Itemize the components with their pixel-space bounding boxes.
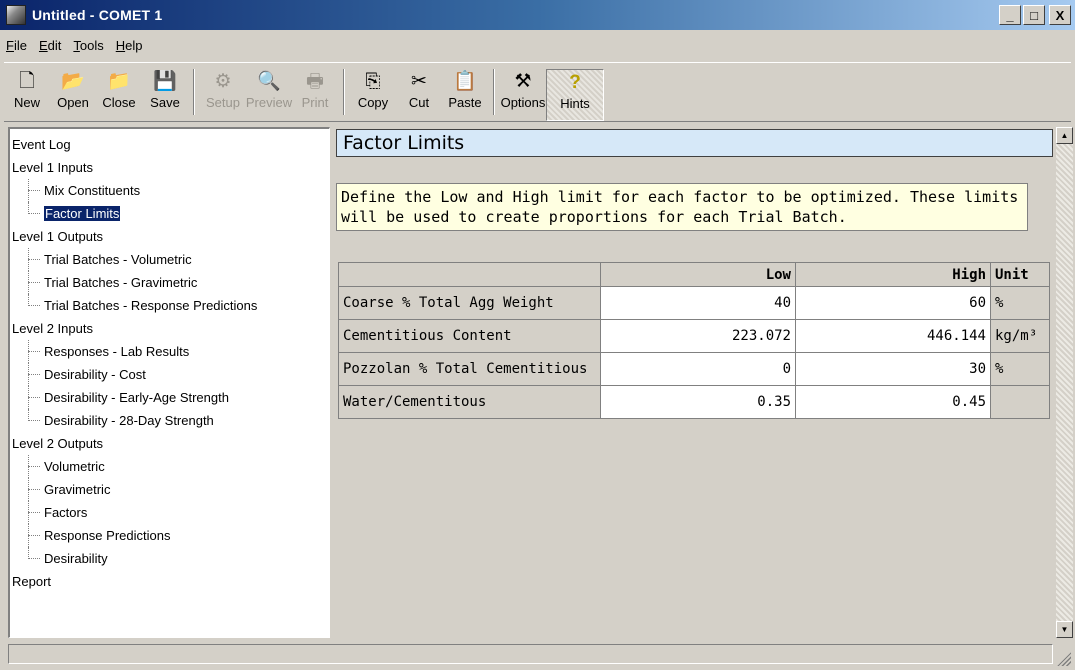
- toolbar-separator: [493, 69, 495, 115]
- factor-name-cell: Coarse % Total Agg Weight: [338, 286, 601, 320]
- high-value-cell[interactable]: 0.45: [795, 385, 991, 419]
- tree-item-factors[interactable]: Factors: [10, 501, 329, 524]
- toolbar-separator: [343, 69, 345, 115]
- maximize-button[interactable]: □: [1023, 5, 1045, 25]
- tree-item-level2-inputs[interactable]: Level 2 Inputs: [10, 317, 329, 340]
- tree-item-trial-batches-response-predictions[interactable]: Trial Batches - Response Predictions: [10, 294, 329, 317]
- tree-item-level1-inputs[interactable]: Level 1 Inputs: [10, 156, 329, 179]
- table-row: Water/Cementitous 0.35 0.45: [338, 385, 1050, 419]
- hint-text-line2: will be used to create proportions for e…: [341, 208, 847, 226]
- arrow-down-icon: ▼: [1060, 625, 1069, 634]
- paste-button[interactable]: 📋 Paste: [442, 69, 488, 121]
- low-value-cell[interactable]: 223.072: [600, 319, 796, 353]
- menu-file[interactable]: File: [6, 38, 27, 53]
- page-title: Factor Limits: [336, 129, 1053, 157]
- low-value-cell[interactable]: 40: [600, 286, 796, 320]
- hint-box: Define the Low and High limit for each f…: [336, 183, 1028, 231]
- status-bar: [8, 644, 1053, 664]
- tree-item-desirability[interactable]: Desirability: [10, 547, 329, 570]
- low-value-cell[interactable]: 0.35: [600, 385, 796, 419]
- table-row: Pozzolan % Total Cementitious 0 30 %: [338, 352, 1050, 386]
- minimize-button[interactable]: _: [999, 5, 1021, 25]
- options-button[interactable]: ⚒ Options: [500, 69, 546, 121]
- resize-grip-icon[interactable]: [1057, 652, 1071, 666]
- toolbar-separator: [193, 69, 195, 115]
- printer-setup-icon: ⚙: [214, 71, 232, 92]
- open-button[interactable]: 📂 Open: [50, 69, 96, 121]
- preview-button[interactable]: 🔍 Preview: [246, 69, 292, 121]
- column-header-unit: Unit: [990, 262, 1050, 287]
- tools-icon: ⚒: [514, 71, 532, 92]
- table-row: Cementitious Content 223.072 446.144 kg/…: [338, 319, 1050, 353]
- tree-item-mix-constituents[interactable]: Mix Constituents: [10, 179, 329, 202]
- navigation-tree: Event Log Level 1 Inputs Mix Constituent…: [8, 127, 330, 638]
- table-row: Coarse % Total Agg Weight 40 60 %: [338, 286, 1050, 320]
- copy-icon: ⎘: [365, 71, 381, 92]
- table-header-row: Low High Unit: [338, 262, 1050, 287]
- print-preview-icon: 🔍: [257, 71, 281, 92]
- hints-toggle-button[interactable]: ? Hints: [546, 69, 604, 121]
- hint-text-line1: Define the Low and High limit for each f…: [341, 188, 1019, 206]
- column-header-high: High: [795, 262, 991, 287]
- window-title: Untitled - COMET 1: [32, 7, 163, 23]
- tree-item-volumetric[interactable]: Volumetric: [10, 455, 329, 478]
- arrow-up-icon: ▲: [1060, 131, 1069, 140]
- column-header-low: Low: [600, 262, 796, 287]
- high-value-cell[interactable]: 30: [795, 352, 991, 386]
- floppy-disk-icon: 💾: [153, 71, 177, 92]
- tree-item-trial-batches-gravimetric[interactable]: Trial Batches - Gravimetric: [10, 271, 329, 294]
- tree-item-level1-outputs[interactable]: Level 1 Outputs: [10, 225, 329, 248]
- cut-button[interactable]: ✂ Cut: [396, 69, 442, 121]
- tree-item-desirability-cost[interactable]: Desirability - Cost: [10, 363, 329, 386]
- tree-item-report[interactable]: Report: [10, 570, 329, 593]
- close-button[interactable]: 📁 Close: [96, 69, 142, 121]
- app-icon[interactable]: [6, 5, 26, 25]
- window-controls: _ □ X: [999, 5, 1071, 25]
- column-header-factor: [338, 262, 601, 287]
- new-document-icon: 🗋: [19, 71, 35, 92]
- unit-cell: %: [990, 286, 1050, 320]
- tree-item-desirability-28-day[interactable]: Desirability - 28-Day Strength: [10, 409, 329, 432]
- tree-item-level2-outputs[interactable]: Level 2 Outputs: [10, 432, 329, 455]
- low-value-cell[interactable]: 0: [600, 352, 796, 386]
- high-value-cell[interactable]: 446.144: [795, 319, 991, 353]
- copy-button[interactable]: ⎘ Copy: [350, 69, 396, 121]
- unit-cell: %: [990, 352, 1050, 386]
- print-button[interactable]: 🖶 Print: [292, 69, 338, 121]
- setup-button[interactable]: ⚙ Setup: [200, 69, 246, 121]
- menu-tools[interactable]: Tools: [73, 38, 103, 53]
- factor-name-cell: Pozzolan % Total Cementitious: [338, 352, 601, 386]
- clipboard-icon: 📋: [453, 71, 477, 92]
- open-folder-icon: 📂: [61, 71, 85, 92]
- tree-item-trial-batches-volumetric[interactable]: Trial Batches - Volumetric: [10, 248, 329, 271]
- question-icon: ?: [569, 72, 581, 93]
- tree-item-gravimetric[interactable]: Gravimetric: [10, 478, 329, 501]
- factor-name-cell: Water/Cementitous: [338, 385, 601, 419]
- menu-help[interactable]: Help: [116, 38, 143, 53]
- printer-icon: 🖶: [306, 71, 324, 92]
- close-folder-icon: 📁: [107, 71, 131, 92]
- menu-edit[interactable]: Edit: [39, 38, 61, 53]
- scroll-down-button[interactable]: ▼: [1056, 621, 1073, 638]
- content-pane: Factor Limits Define the Low and High li…: [334, 127, 1057, 638]
- scissors-icon: ✂: [411, 71, 427, 92]
- toolbar: 🗋 New 📂 Open 📁 Close 💾 Save ⚙ Setup 🔍 Pr…: [4, 62, 1071, 122]
- tree-item-responses-lab-results[interactable]: Responses - Lab Results: [10, 340, 329, 363]
- tree-item-desirability-early-age[interactable]: Desirability - Early-Age Strength: [10, 386, 329, 409]
- new-button[interactable]: 🗋 New: [4, 69, 50, 121]
- tree-item-response-predictions[interactable]: Response Predictions: [10, 524, 329, 547]
- save-button[interactable]: 💾 Save: [142, 69, 188, 121]
- tree-item-event-log[interactable]: Event Log: [10, 133, 329, 156]
- title-bar[interactable]: Untitled - COMET 1 _ □ X: [0, 0, 1075, 30]
- factor-name-cell: Cementitious Content: [338, 319, 601, 353]
- tree-item-factor-limits[interactable]: Factor Limits: [10, 202, 329, 225]
- vertical-scrollbar[interactable]: ▲ ▼: [1056, 127, 1073, 638]
- factor-limits-table: Low High Unit Coarse % Total Agg Weight …: [338, 262, 1050, 419]
- scroll-up-button[interactable]: ▲: [1056, 127, 1073, 144]
- high-value-cell[interactable]: 60: [795, 286, 991, 320]
- unit-cell: [990, 385, 1050, 419]
- close-window-button[interactable]: X: [1049, 5, 1071, 25]
- menu-bar: File Edit Tools Help: [0, 33, 154, 57]
- unit-cell: kg/m³: [990, 319, 1050, 353]
